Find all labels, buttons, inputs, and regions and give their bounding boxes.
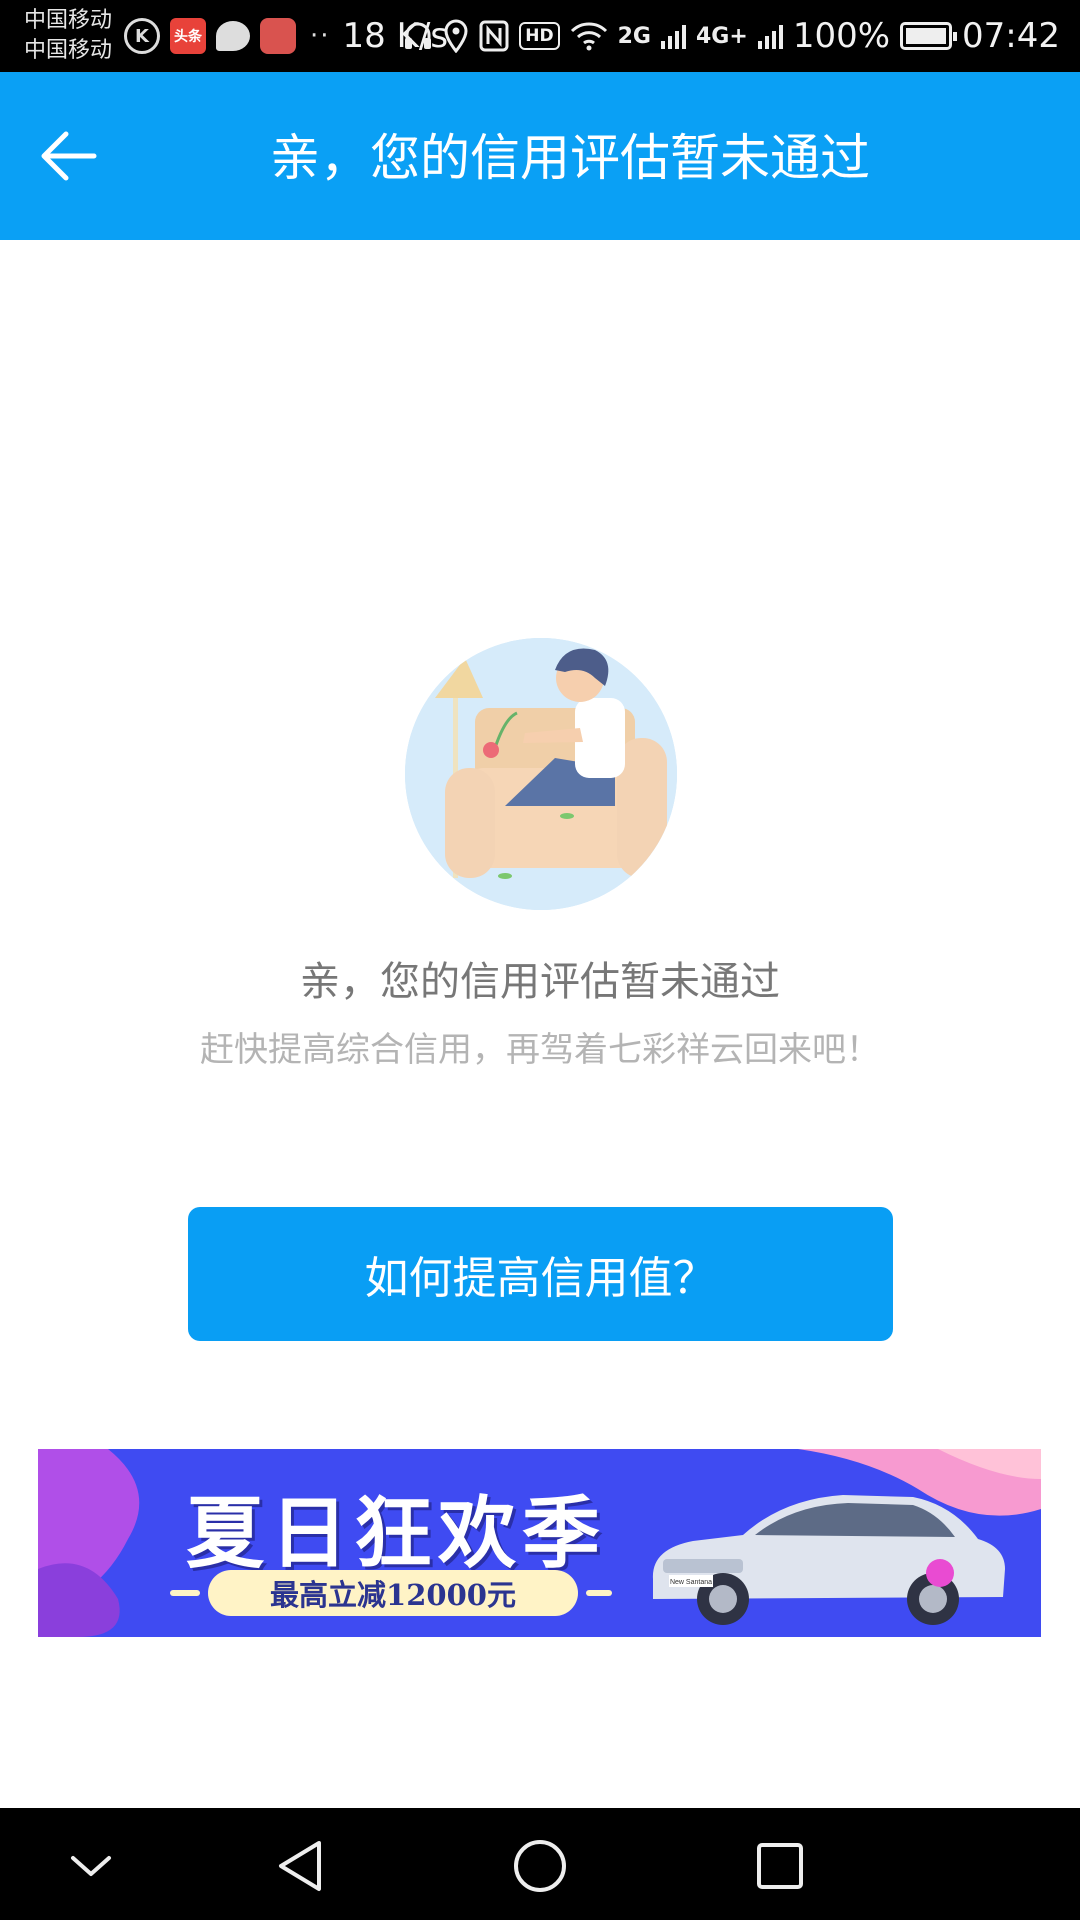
banner-pink-dot bbox=[926, 1559, 954, 1587]
car-plate-text: New Santana bbox=[670, 1579, 712, 1586]
square-recents-icon bbox=[757, 1843, 803, 1889]
clock: 07:42 bbox=[962, 16, 1060, 56]
battery-percent: 100% bbox=[792, 16, 891, 56]
nav-home-button[interactable] bbox=[504, 1830, 576, 1902]
signal-1-type: 2G bbox=[617, 23, 651, 49]
k-app-icon: K bbox=[124, 18, 160, 54]
status-message-title: 亲，您的信用评估暂未通过 bbox=[300, 959, 780, 1005]
page-title: 亲，您的信用评估暂未通过 bbox=[270, 129, 870, 187]
person-on-sofa-illustration bbox=[405, 638, 677, 910]
app-notification-icon bbox=[260, 18, 296, 54]
car-image: New Santana bbox=[652, 1495, 1005, 1625]
headset-icon bbox=[405, 22, 432, 49]
carrier-info: 中国移动 中国移动 bbox=[24, 6, 112, 66]
location-icon bbox=[444, 19, 468, 53]
nav-back-button[interactable] bbox=[264, 1830, 336, 1902]
nav-recents-button[interactable] bbox=[744, 1830, 816, 1902]
battery-icon bbox=[900, 22, 958, 50]
battery-fill bbox=[906, 28, 947, 44]
carrier-2: 中国移动 bbox=[24, 38, 113, 63]
signal-2-bars-icon bbox=[757, 23, 783, 49]
signal-1-bars-icon bbox=[661, 23, 686, 49]
status-message-subtitle: 赶快提高综合信用，再驾着七彩祥云回来吧！ bbox=[200, 1030, 880, 1070]
banner-headline: 夏日狂欢季 bbox=[186, 1489, 607, 1579]
nav-collapse-button[interactable] bbox=[55, 1830, 127, 1902]
carrier-1: 中国移动 bbox=[24, 8, 113, 33]
promo-banner[interactable]: 夏日狂欢季 最高立减12000元 New Santana bbox=[38, 1449, 1041, 1637]
banner-discount-text: 最高立减12000元 bbox=[208, 1570, 578, 1616]
nfc-icon bbox=[479, 20, 509, 52]
system-icons: HD 2G 4G+ 100% 07:42 bbox=[403, 12, 1060, 60]
circle-home-icon bbox=[514, 1840, 566, 1892]
notification-icons: K 头条 ·· 18 K/s bbox=[124, 14, 448, 58]
overflow-dots: ·· bbox=[310, 21, 331, 51]
triangle-back-icon bbox=[279, 1841, 321, 1891]
banner-pill-line-right bbox=[586, 1590, 612, 1596]
status-bar: 中国移动 中国移动 K 头条 ·· 18 K/s HD 2G 4G+ 100% … bbox=[0, 0, 1080, 72]
hd-voice-icon: HD bbox=[519, 22, 560, 50]
banner-pill-line-left bbox=[170, 1590, 200, 1596]
signal-2-type: 4G+ bbox=[696, 23, 748, 49]
chat-bubble-icon bbox=[216, 21, 250, 51]
system-nav-bar bbox=[0, 1808, 1080, 1920]
app-header: 亲，您的信用评估暂未通过 bbox=[0, 72, 1080, 240]
toutiao-icon: 头条 bbox=[170, 18, 206, 54]
wifi-icon bbox=[570, 22, 607, 51]
chevron-down-icon bbox=[71, 1856, 111, 1876]
improve-credit-button[interactable]: 如何提高信用值？ bbox=[188, 1207, 893, 1341]
